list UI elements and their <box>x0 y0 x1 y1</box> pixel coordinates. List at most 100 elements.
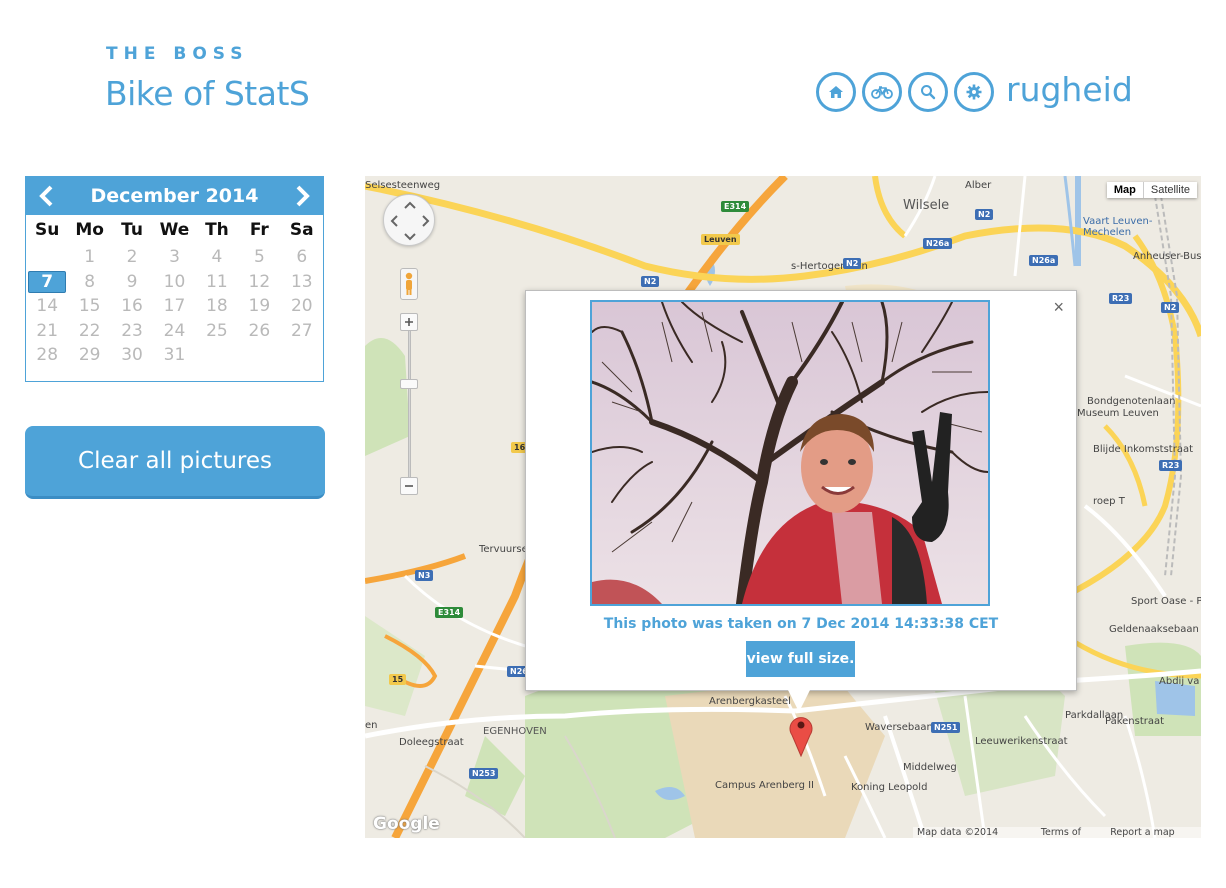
close-icon[interactable]: × <box>1053 297 1064 318</box>
brand-title[interactable]: Bike of StatS <box>105 74 310 113</box>
map-attribution: Map data ©2014 Google Terms of Use Repor… <box>913 827 1201 838</box>
calendar-day[interactable]: 30 <box>111 343 153 368</box>
calendar-day[interactable]: 13 <box>281 270 323 295</box>
calendar-day[interactable]: 26 <box>238 319 280 344</box>
bicycle-icon <box>871 86 893 99</box>
calendar-grid: Su Mo Tu We Th Fr Sa 1 2 3 4 5 6 7 8 9 10 11 12 13 14 15 16 17 1… <box>26 215 323 368</box>
street-view-pegman[interactable] <box>400 268 418 300</box>
view-full-size-button[interactable]: view full size. <box>746 641 855 677</box>
calendar-day[interactable]: 2 <box>111 245 153 270</box>
road-shield: N2 <box>843 258 862 269</box>
home-button[interactable] <box>816 72 856 112</box>
road-shield: N26a <box>923 238 953 249</box>
calendar-day[interactable]: 3 <box>153 245 195 270</box>
road-shield: E314 <box>435 607 464 618</box>
pan-control[interactable] <box>383 194 435 246</box>
calendar-day[interactable]: 21 <box>26 319 68 344</box>
calendar-empty-cell <box>26 245 68 270</box>
map-label: Leeuwerikenstraat <box>975 736 1068 747</box>
next-month-button[interactable] <box>291 181 315 211</box>
calendar-day[interactable]: 5 <box>238 245 280 270</box>
calendar-day[interactable]: 8 <box>68 270 110 295</box>
map-label: Selsesteenweg <box>365 180 441 191</box>
calendar-day-selected[interactable]: 7 <box>28 270 67 294</box>
calendar-day[interactable]: 6 <box>281 245 323 270</box>
zoom-out-button[interactable] <box>400 477 418 495</box>
calendar-day[interactable]: 9 <box>111 270 153 295</box>
calendar-day[interactable]: 18 <box>196 294 238 319</box>
map-label: Pakenstraat <box>1105 716 1165 727</box>
calendar-day[interactable]: 23 <box>111 319 153 344</box>
calendar-day[interactable]: 31 <box>153 343 195 368</box>
weekday-header: Sa <box>289 220 314 240</box>
map-label: Anheuser-Busch In <box>1133 251 1201 262</box>
calendar-day[interactable]: 12 <box>238 270 280 295</box>
map-type-map-button[interactable]: Map <box>1107 182 1143 198</box>
home-icon <box>829 86 843 98</box>
calendar-day[interactable]: 17 <box>153 294 195 319</box>
calendar-day[interactable]: 10 <box>153 270 195 295</box>
selfie-photo <box>592 302 988 604</box>
calendar-day[interactable]: 29 <box>68 343 110 368</box>
search-icon <box>921 85 936 100</box>
calendar-day[interactable]: 16 <box>111 294 153 319</box>
calendar-day[interactable]: 11 <box>196 270 238 295</box>
photo-caption: This photo was taken on 7 Dec 2014 14:33… <box>603 616 999 632</box>
map-label: Vaart Leuven-Mechelen <box>1083 216 1153 238</box>
calendar-day[interactable]: 4 <box>196 245 238 270</box>
road-shield: N2 <box>1161 302 1180 313</box>
map-label: Alber <box>965 180 992 191</box>
weekday-header: Th <box>205 220 229 240</box>
report-map-error-link[interactable]: Report a map error <box>1110 827 1197 838</box>
map-type-satellite-button[interactable]: Satellite <box>1142 182 1197 198</box>
map-label: Museum Leuven <box>1077 408 1159 419</box>
photo-info-window: × This photo was taken on 7 Dec 2014 14:… <box>525 290 1077 691</box>
gear-icon <box>966 84 982 100</box>
calendar-day[interactable]: 27 <box>281 319 323 344</box>
calendar-day[interactable]: 1 <box>68 245 110 270</box>
calendar-day[interactable]: 24 <box>153 319 195 344</box>
map[interactable]: Selsesteenweg Wilsele Alber Vaart Leuven… <box>365 176 1201 838</box>
prev-month-button[interactable] <box>34 181 58 211</box>
road-shield: N253 <box>469 768 499 779</box>
zoom-in-button[interactable] <box>400 313 418 331</box>
weekday-header: We <box>159 220 190 240</box>
road-shield: N251 <box>931 722 961 733</box>
map-label: Doleegstraat <box>399 737 464 748</box>
calendar: December 2014 Su Mo Tu We Th Fr Sa 1 2 3 4 5 6 7 8 9 10 1… <box>25 176 324 382</box>
calendar-day[interactable]: 19 <box>238 294 280 319</box>
calendar-day[interactable]: 28 <box>26 343 68 368</box>
google-logo[interactable]: Google <box>373 814 440 834</box>
map-label: Wilsele <box>903 198 950 213</box>
bike-button[interactable] <box>862 72 902 112</box>
calendar-day[interactable]: 14 <box>26 294 68 319</box>
map-label: Sport Oase - Pe <box>1131 596 1201 607</box>
username[interactable]: rugheid <box>1006 70 1133 109</box>
zoom-slider-handle[interactable] <box>400 379 418 389</box>
map-label: Middelweg <box>903 762 957 773</box>
calendar-day[interactable]: 15 <box>68 294 110 319</box>
map-pin-icon <box>789 717 813 758</box>
photo-thumbnail[interactable] <box>590 300 990 606</box>
map-label: Abdij va <box>1159 676 1200 687</box>
map-label: EGENHOVEN <box>483 726 547 737</box>
road-shield: 15 <box>389 674 407 685</box>
calendar-day[interactable]: 20 <box>281 294 323 319</box>
map-data-credit: Map data ©2014 Google <box>917 827 999 838</box>
calendar-day[interactable]: 25 <box>196 319 238 344</box>
photo-location-marker[interactable] <box>788 713 814 758</box>
road-shield: N2 <box>975 209 994 220</box>
calendar-day[interactable]: 22 <box>68 319 110 344</box>
terms-of-use-link[interactable]: Terms of Use <box>1041 827 1099 838</box>
calendar-header: December 2014 <box>26 177 323 215</box>
settings-button[interactable] <box>954 72 994 112</box>
weekday-header: Fr <box>249 220 269 240</box>
search-button[interactable] <box>908 72 948 112</box>
map-label: en <box>365 720 378 731</box>
zoom-slider-track[interactable] <box>408 326 411 486</box>
clear-all-pictures-button[interactable]: Clear all pictures <box>25 426 325 499</box>
chevron-right-icon <box>296 185 310 207</box>
weekday-header: Mo <box>75 220 104 240</box>
map-label: Blijde Inkomststraat <box>1093 444 1194 455</box>
map-label: Geldenaaksebaan <box>1109 624 1199 635</box>
